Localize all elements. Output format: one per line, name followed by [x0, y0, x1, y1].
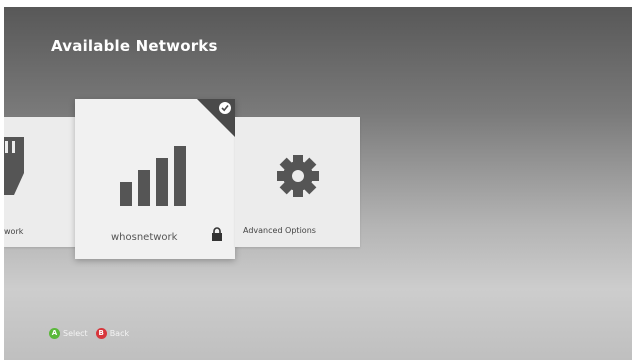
- checkmark-icon: [219, 102, 231, 114]
- a-button-icon[interactable]: A: [49, 328, 60, 339]
- b-button-icon[interactable]: B: [95, 328, 107, 339]
- gear-icon: [277, 155, 319, 197]
- tile-wired-label: work: [4, 227, 24, 236]
- network-name-label: whosnetwork: [111, 232, 178, 243]
- select-hint-label: Select: [63, 329, 88, 338]
- lock-icon: [212, 227, 222, 241]
- ethernet-plug-icon: [4, 137, 24, 195]
- advanced-options-label: Advanced Options: [243, 226, 316, 235]
- back-hint-label: Back: [109, 329, 130, 338]
- screen-border-top: [0, 0, 632, 7]
- signal-bars-icon: [120, 146, 186, 206]
- network-screen: Available Networks work whosnetwork Adva…: [4, 7, 632, 360]
- page-title: Available Networks: [51, 37, 218, 55]
- controller-hints: A Select B Back: [49, 328, 129, 339]
- tile-wired-network[interactable]: work: [4, 117, 76, 247]
- tile-wireless-network[interactable]: whosnetwork: [75, 99, 235, 259]
- tile-advanced-options[interactable]: Advanced Options: [235, 117, 360, 247]
